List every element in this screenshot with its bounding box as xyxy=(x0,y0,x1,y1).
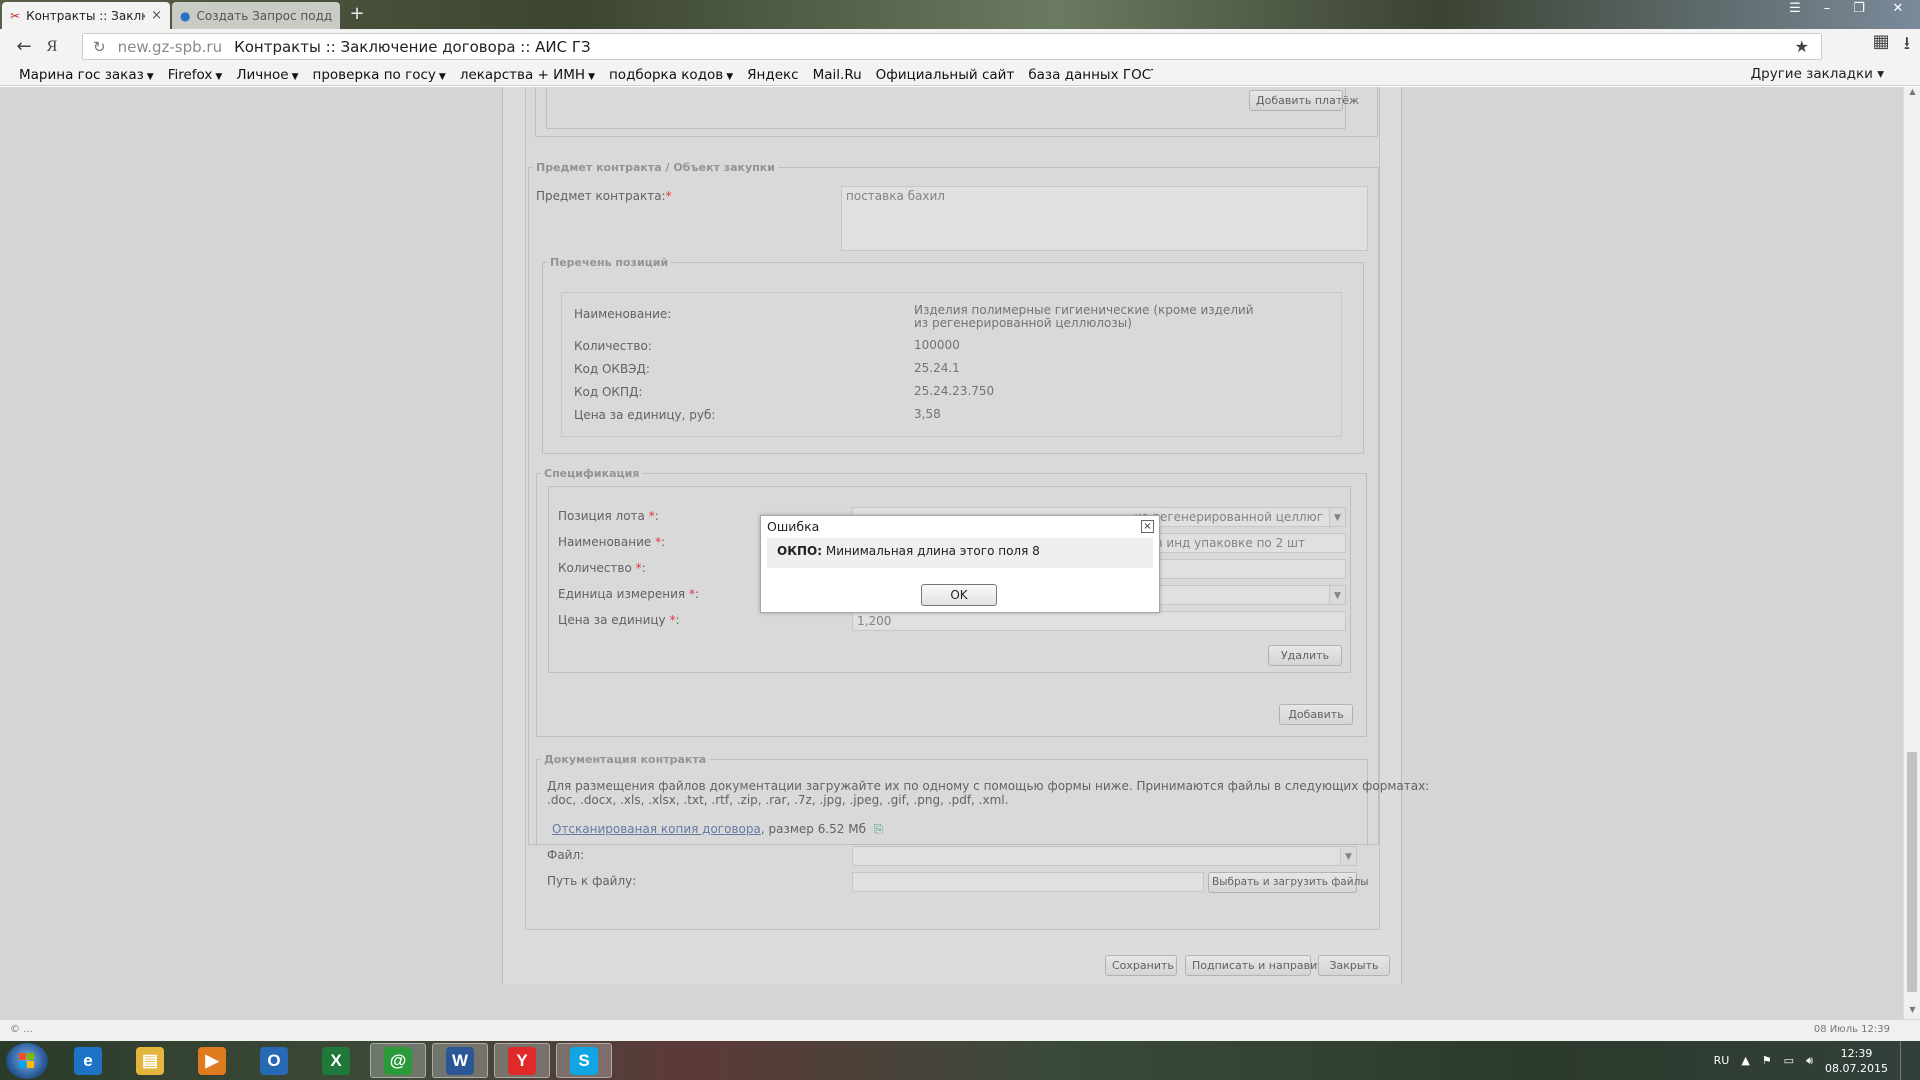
scroll-down-icon[interactable]: ▼ xyxy=(1904,1005,1920,1019)
menu-icon[interactable]: ☰ xyxy=(1780,0,1810,20)
dialog-title: Ошибка xyxy=(767,519,820,534)
clock-time: 12:39 xyxy=(1840,1046,1873,1060)
address-host: new.gz-spb.ru xyxy=(117,37,223,56)
dialog-message: ОКПО: Минимальная длина этого поля 8 xyxy=(767,538,1153,568)
bookmark-item[interactable]: Firefox ▼ xyxy=(161,67,230,83)
taskbar-app-mail-agent[interactable]: @ xyxy=(370,1043,426,1078)
taskbar-app-yandex-browser[interactable]: Y xyxy=(494,1043,550,1078)
word-icon: W xyxy=(446,1046,474,1075)
dialog-message-text: Минимальная длина этого поля 8 xyxy=(825,544,1040,558)
bookmark-item[interactable]: подборка кодов ▼ xyxy=(602,67,740,83)
minimize-icon[interactable]: – xyxy=(1812,0,1842,20)
scissors-icon: ✂ xyxy=(10,8,21,23)
clock[interactable]: 12:39 08.07.2015 xyxy=(1825,1046,1888,1076)
tab-support-request[interactable]: ● Создать Запрос подд xyxy=(172,2,340,29)
excel-icon: X xyxy=(322,1046,350,1075)
status-left: © ... xyxy=(10,1024,33,1035)
bookmarks-bar: Марина гос заказ ▼ Firefox ▼ Личное ▼ прове… xyxy=(0,64,1920,86)
close-window-icon[interactable]: ✕ xyxy=(1876,0,1920,20)
clock-date: 08.07.2015 xyxy=(1825,1061,1888,1075)
bookmark-label: Марина гос заказ xyxy=(19,66,144,83)
bookmark-label: Mail.Ru xyxy=(812,66,862,83)
taskbar-app-media-player[interactable]: ▶ xyxy=(184,1043,240,1078)
status-right: 08 Июль 12:39 xyxy=(1813,1024,1890,1035)
ok-button[interactable]: OK xyxy=(921,584,997,606)
bookmark-item[interactable]: Марина гос заказ ▼ xyxy=(12,67,161,83)
address-title: Контракты :: Заключение договора :: АИС … xyxy=(234,37,591,56)
chevron-down-icon: ▼ xyxy=(588,71,595,82)
status-bar: © ... 08 Июль 12:39 xyxy=(0,1019,1920,1041)
tab-contracts[interactable]: ✂ Контракты :: Заключе × xyxy=(2,2,170,29)
taskbar-app-excel[interactable]: X xyxy=(308,1043,364,1078)
scrollbar[interactable]: ▲ ▼ xyxy=(1903,87,1920,1019)
bookmark-label: подборка кодов xyxy=(608,66,724,83)
internet-explorer-icon: e xyxy=(74,1046,102,1075)
scroll-up-icon[interactable]: ▲ xyxy=(1904,87,1920,101)
new-tab-button[interactable]: + xyxy=(346,4,368,24)
reload-icon[interactable]: ↻ xyxy=(93,38,106,56)
outlook-icon: O xyxy=(260,1046,288,1075)
taskbar-app-outlook[interactable]: O xyxy=(246,1043,302,1078)
restore-icon[interactable]: ❐ xyxy=(1844,0,1874,20)
navigation-bar: ← Я ↻ new.gz-spb.ru Контракты :: Заключе… xyxy=(0,29,1920,64)
other-bookmarks[interactable]: Другие закладки ▾ xyxy=(1751,66,1884,82)
media-player-icon: ▶ xyxy=(198,1046,226,1075)
show-desktop-button[interactable] xyxy=(1900,1041,1910,1080)
bookmark-label: база данных ГОСТ Т xyxy=(1028,66,1153,83)
volume-icon[interactable]: 🔊︎ xyxy=(1806,1054,1813,1068)
bookmark-item[interactable]: база данных ГОСТ Т xyxy=(1021,67,1153,83)
tray-expand-icon[interactable]: ▲ xyxy=(1741,1054,1749,1067)
system-tray: RU ▲ ⚑ ▭ 🔊︎ 12:39 08.07.2015 xyxy=(1714,1041,1920,1080)
chevron-down-icon: ▼ xyxy=(726,71,734,82)
yandex-browser-icon: Y xyxy=(508,1046,536,1075)
globe-icon: ● xyxy=(180,8,191,23)
bookmark-item[interactable]: Яндекс xyxy=(740,67,805,83)
close-icon[interactable]: × xyxy=(1141,520,1154,533)
explorer-icon: ▤ xyxy=(136,1046,164,1075)
flag-icon[interactable]: ⚑ xyxy=(1762,1054,1772,1067)
address-bar[interactable]: ↻ new.gz-spb.ru Контракты :: Заключение … xyxy=(82,33,1822,60)
tab-close-icon[interactable]: × xyxy=(151,8,162,23)
bookmark-item[interactable]: проверка по госу ▼ xyxy=(306,67,453,83)
error-dialog: Ошибка × ОКПО: Минимальная длина этого п… xyxy=(760,515,1160,613)
scroll-thumb[interactable] xyxy=(1907,752,1917,992)
skype-icon: S xyxy=(570,1046,598,1075)
tab-label: Создать Запрос подд xyxy=(196,8,332,23)
extensions-icon[interactable]: ▦ xyxy=(1873,31,1890,61)
bookmark-label: Официальный сайт xyxy=(875,66,1015,83)
taskbar-app-skype[interactable]: S xyxy=(556,1043,612,1078)
dialog-field-name: ОКПО: xyxy=(777,544,823,558)
network-icon[interactable]: ▭ xyxy=(1784,1054,1794,1067)
chevron-down-icon: ▼ xyxy=(215,71,223,82)
bookmark-label: Яндекс xyxy=(747,66,799,83)
language-indicator[interactable]: RU xyxy=(1714,1054,1730,1067)
bookmark-item[interactable]: Личное ▼ xyxy=(229,67,305,83)
nav-right-icons: ▦ ⭳ xyxy=(1873,31,1920,61)
yandex-icon[interactable]: Я xyxy=(38,38,66,56)
chevron-down-icon: ▼ xyxy=(291,71,299,82)
bookmark-item[interactable]: лекарства + ИМН ▼ xyxy=(453,67,602,83)
taskbar-app-explorer[interactable]: ▤ xyxy=(122,1043,178,1078)
taskbar-app-word[interactable]: W xyxy=(432,1043,488,1078)
star-icon[interactable]: ★ xyxy=(1795,37,1809,56)
bookmark-item[interactable]: Mail.Ru xyxy=(806,67,869,83)
bookmark-label: проверка по госу xyxy=(312,66,436,83)
bookmark-label: Личное xyxy=(236,66,289,83)
start-button[interactable] xyxy=(6,1043,48,1079)
back-arrow-icon[interactable]: ← xyxy=(10,36,38,57)
bookmark-item[interactable]: Официальный сайт xyxy=(869,67,1022,83)
windows-taskbar: e ▤ ▶ O X @ W Y S RU ▲ ⚑ ▭ 🔊︎ 12:39 08.07.2015 xyxy=(0,1041,1920,1080)
windows-logo-icon xyxy=(19,1053,35,1069)
mail-agent-icon: @ xyxy=(384,1046,412,1075)
chevron-down-icon: ▼ xyxy=(438,71,446,82)
tab-label: Контракты :: Заключе xyxy=(26,8,145,23)
browser-titlebar: ✂ Контракты :: Заключе × ● Создать Запро… xyxy=(0,0,1920,29)
window-controls: ☰ – ❐ ✕ xyxy=(1778,0,1920,20)
download-icon[interactable]: ⭳ xyxy=(1904,31,1910,61)
bookmark-label: лекарства + ИМН xyxy=(459,66,586,83)
bookmark-label: Firefox xyxy=(167,66,213,83)
taskbar-app-internet-explorer[interactable]: e xyxy=(60,1043,116,1078)
chevron-down-icon: ▼ xyxy=(146,71,154,82)
